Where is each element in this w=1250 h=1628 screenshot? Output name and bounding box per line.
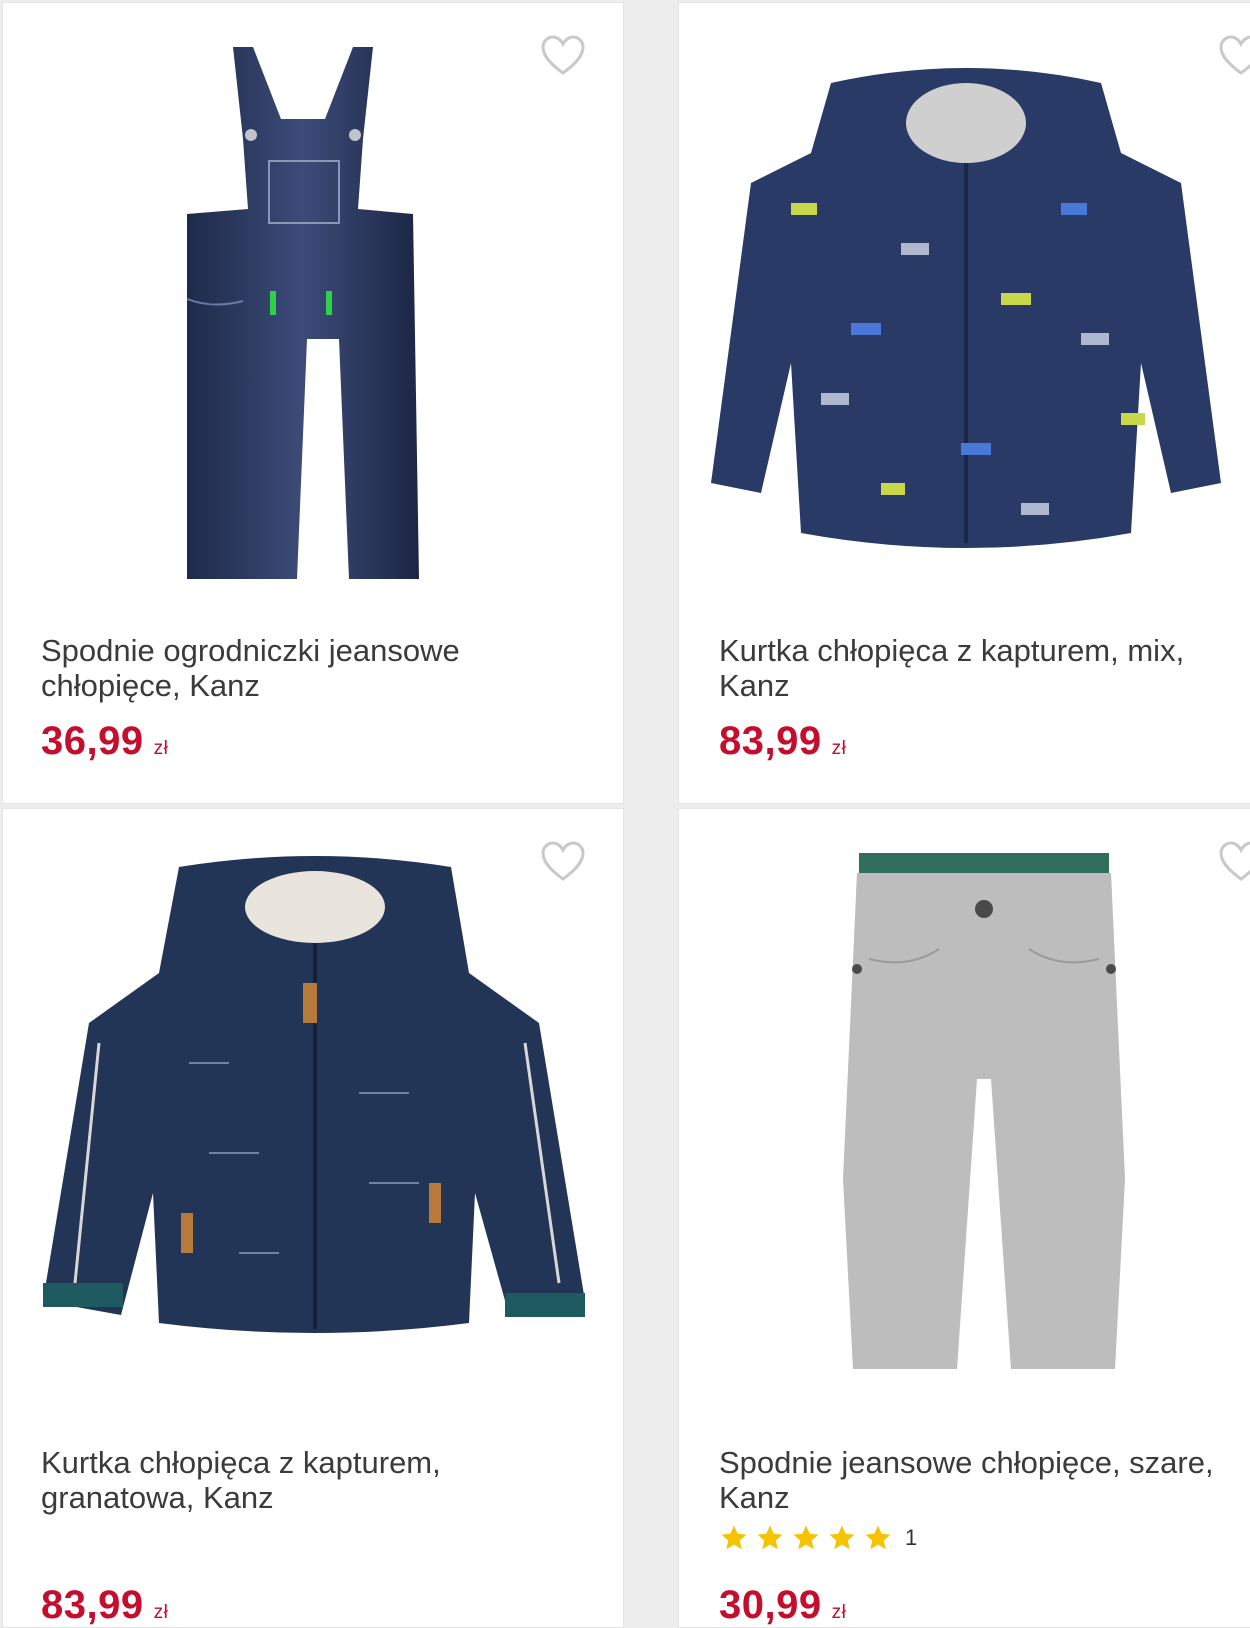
product-title-line-1: Spodnie ogrodniczki jeansowe (41, 633, 460, 668)
product-card[interactable]: Spodnie ogrodniczki jeansowe chłopięce, … (2, 2, 624, 804)
rating-stars: 1 (719, 1523, 917, 1553)
overalls-product-image[interactable] (173, 39, 433, 589)
product-price: 83,99 zł (719, 719, 846, 764)
favorite-heart-icon[interactable] (1217, 839, 1250, 883)
price-value: 83,99 (41, 1583, 144, 1627)
star-icon (757, 1525, 783, 1550)
product-card[interactable]: Kurtka chłopięca z kapturem, mix, Kanz 8… (678, 2, 1250, 804)
star-icon (829, 1525, 855, 1550)
product-price: 36,99 zł (41, 719, 168, 764)
navy-jacket-product-image[interactable] (39, 853, 591, 1333)
price-value: 30,99 (719, 1583, 822, 1627)
favorite-heart-icon[interactable] (539, 33, 587, 77)
price-currency: zł (831, 1602, 847, 1623)
product-card[interactable]: Kurtka chłopięca z kapturem, granatowa, … (2, 808, 624, 1628)
product-title-line-1: Spodnie jeansowe chłopięce, szare, (719, 1445, 1214, 1480)
product-title[interactable]: Spodnie jeansowe chłopięce, szare, Kanz (719, 1445, 1250, 1515)
product-price: 30,99 zł (719, 1583, 847, 1627)
product-title-line-2: Kanz (719, 1480, 790, 1515)
product-title[interactable]: Kurtka chłopięca z kapturem, granatowa, … (41, 1445, 601, 1515)
product-title-line-2: granatowa, Kanz (41, 1480, 274, 1515)
product-title-line-1: Kurtka chłopięca z kapturem, mix, (719, 633, 1185, 668)
product-price: 83,99 zł (41, 1583, 169, 1627)
product-title-line-1: Kurtka chłopięca z kapturem, (41, 1445, 441, 1480)
price-currency: zł (153, 1602, 169, 1623)
product-title-line-2: Kanz (719, 668, 790, 703)
grey-jeans-product-image[interactable] (839, 849, 1129, 1379)
product-card[interactable]: Spodnie jeansowe chłopięce, szare, Kanz … (678, 808, 1250, 1628)
price-value: 36,99 (41, 719, 144, 763)
product-title[interactable]: Kurtka chłopięca z kapturem, mix, Kanz (719, 633, 1250, 703)
price-currency: zł (153, 738, 169, 759)
printed-jacket-product-image[interactable] (701, 63, 1231, 573)
star-icon (721, 1525, 747, 1550)
star-icon (865, 1525, 891, 1550)
price-currency: zł (831, 738, 847, 759)
product-grid: Spodnie ogrodniczki jeansowe chłopięce, … (0, 0, 1250, 1628)
price-value: 83,99 (719, 719, 822, 763)
product-title-line-2: chłopięce, Kanz (41, 668, 260, 703)
rating-count: 1 (905, 1525, 918, 1550)
product-title[interactable]: Spodnie ogrodniczki jeansowe chłopięce, … (41, 633, 601, 703)
star-icon (793, 1525, 819, 1550)
